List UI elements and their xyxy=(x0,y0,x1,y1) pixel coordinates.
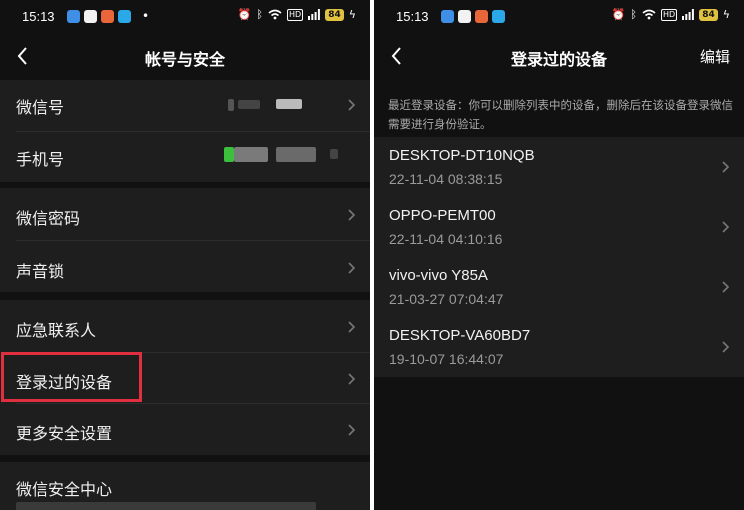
notification-app-icons xyxy=(441,10,505,23)
nav-bar: 登录过的设备 编辑 xyxy=(374,36,744,76)
device-name: vivo-vivo Y85A xyxy=(389,267,488,284)
device-row[interactable]: DESKTOP-VA60BD7 19-10-07 16:44:07 xyxy=(374,317,744,377)
row-more-security-settings[interactable]: 更多安全设置 xyxy=(0,404,370,455)
hd-icon: HD xyxy=(661,8,678,21)
wifi-icon xyxy=(642,9,656,20)
status-bar: 15:13 ⏰ ᛒ HD 84 ϟ xyxy=(374,0,744,34)
row-label: 手机号 xyxy=(16,150,65,169)
app-notification-icon xyxy=(441,10,454,23)
account-info-group: 微信号 手机号 xyxy=(0,80,370,182)
redacted-value xyxy=(228,99,234,111)
hd-icon: HD xyxy=(287,8,304,21)
chevron-right-icon xyxy=(348,424,356,436)
status-time: 15:13 xyxy=(396,9,429,24)
device-row[interactable]: vivo-vivo Y85A 21-03-27 07:04:47 xyxy=(374,257,744,317)
charging-icon: ϟ xyxy=(722,8,730,21)
redacted-value xyxy=(238,100,260,109)
device-login-time: 19-10-07 16:44:07 xyxy=(389,351,504,367)
device-row[interactable]: OPPO-PEMT00 22-11-04 04:10:16 xyxy=(374,197,744,257)
app-notification-icon xyxy=(458,10,471,23)
device-name: OPPO-PEMT00 xyxy=(389,207,496,224)
chevron-right-icon xyxy=(722,161,730,173)
battery-level: 84 xyxy=(699,8,718,21)
device-name: DESKTOP-VA60BD7 xyxy=(389,327,531,344)
app-notification-icon xyxy=(67,10,80,23)
left-screen-account-security: 15:13 • ⏰ ᛒ HD 84 ϟ 帐号与安全 微信号 手机号 微信密码 声… xyxy=(0,0,370,510)
row-emergency-contacts[interactable]: 应急联系人 xyxy=(0,300,370,352)
password-group: 微信密码 声音锁 xyxy=(0,188,370,292)
edit-button[interactable]: 编辑 xyxy=(700,46,730,67)
right-screen-logged-in-devices: 15:13 ⏰ ᛒ HD 84 ϟ 登录过的设备 编辑 最近登录设备：你可以删除… xyxy=(374,0,744,510)
cut-off-subtitle xyxy=(16,502,316,510)
row-wechat-password[interactable]: 微信密码 xyxy=(0,188,370,240)
row-label: 微信安全中心 xyxy=(16,480,113,499)
signal-icon xyxy=(308,9,321,20)
chevron-right-icon xyxy=(348,373,356,385)
redacted-value xyxy=(224,147,234,162)
row-label: 更多安全设置 xyxy=(16,424,113,443)
device-login-time: 21-03-27 07:04:47 xyxy=(389,291,504,307)
bluetooth-icon: ᛒ xyxy=(256,8,264,21)
battery-level: 84 xyxy=(325,8,344,21)
notification-app-icons xyxy=(67,10,131,23)
more-notifications-dot-icon: • xyxy=(142,9,150,23)
redacted-value xyxy=(276,147,316,162)
chevron-right-icon xyxy=(348,99,356,111)
signal-icon xyxy=(682,9,695,20)
page-title: 登录过的设备 xyxy=(510,50,607,69)
row-voice-lock[interactable]: 声音锁 xyxy=(0,241,370,292)
redacted-value xyxy=(234,147,268,162)
row-label: 声音锁 xyxy=(16,262,65,281)
status-bar: 15:13 • ⏰ ᛒ HD 84 ϟ xyxy=(0,0,370,34)
page-title: 帐号与安全 xyxy=(144,50,225,69)
row-label: 微信号 xyxy=(16,98,65,117)
redacted-value xyxy=(276,99,302,109)
chevron-right-icon xyxy=(722,281,730,293)
app-notification-icon xyxy=(118,10,131,23)
row-label: 应急联系人 xyxy=(16,321,97,340)
redacted-value xyxy=(330,149,338,159)
row-wechat-id[interactable]: 微信号 xyxy=(0,80,370,131)
bluetooth-icon: ᛒ xyxy=(630,8,638,21)
chevron-right-icon xyxy=(348,209,356,221)
chevron-right-icon xyxy=(348,262,356,274)
chevron-right-icon xyxy=(348,321,356,333)
device-login-time: 22-11-04 04:10:16 xyxy=(389,231,503,247)
charging-icon: ϟ xyxy=(348,8,356,21)
device-name: DESKTOP-DT10NQB xyxy=(389,147,535,164)
chevron-right-icon xyxy=(722,221,730,233)
device-row[interactable]: DESKTOP-DT10NQB 22-11-04 08:38:15 xyxy=(374,137,744,197)
app-notification-icon xyxy=(101,10,114,23)
row-phone-number[interactable]: 手机号 xyxy=(0,132,370,182)
status-time: 15:13 xyxy=(22,9,55,24)
chevron-right-icon xyxy=(722,341,730,353)
app-notification-icon xyxy=(475,10,488,23)
nav-bar: 帐号与安全 xyxy=(0,36,370,76)
device-login-time: 22-11-04 08:38:15 xyxy=(389,171,503,187)
row-label: 微信密码 xyxy=(16,209,81,228)
alarm-icon: ⏰ xyxy=(237,8,252,21)
row-wechat-security-center[interactable]: 微信安全中心 xyxy=(0,462,370,510)
devices-notice: 最近登录设备：你可以删除列表中的设备，删除后在该设备登录微信需要进行身份验证。 xyxy=(388,98,733,131)
alarm-icon: ⏰ xyxy=(611,8,626,21)
app-notification-icon xyxy=(492,10,505,23)
wifi-icon xyxy=(268,9,282,20)
app-notification-icon xyxy=(84,10,97,23)
highlight-box xyxy=(1,352,142,402)
